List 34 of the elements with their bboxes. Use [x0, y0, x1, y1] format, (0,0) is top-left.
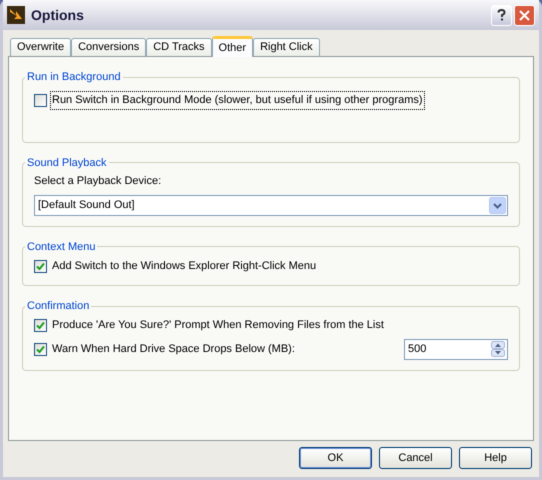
checkbox[interactable]	[34, 342, 47, 356]
tab[interactable]: Overwrite	[10, 38, 72, 56]
checkbox[interactable]	[34, 319, 47, 332]
checkbox-label: Warn When Hard Drive Space Drops Below (MB):	[51, 342, 296, 357]
device-dropdown[interactable]: [Default Sound Out]	[34, 194, 508, 216]
tab[interactable]: Other	[212, 36, 254, 57]
app-icon	[7, 6, 25, 24]
tab[interactable]: CD Tracks	[146, 38, 212, 56]
checkbox[interactable]	[34, 260, 47, 272]
checkbox[interactable]	[34, 94, 47, 107]
help-title-button[interactable]	[491, 4, 512, 26]
group-title: Context Menu	[26, 240, 96, 254]
dialog-button[interactable]: Help	[459, 447, 532, 469]
question-icon	[497, 9, 506, 21]
spin-field[interactable]: 500	[404, 338, 508, 360]
window-title: Options	[31, 6, 84, 25]
checkbox-label: Produce 'Are You Sure?' Prompt When Removing Files from the List	[51, 318, 385, 334]
check-icon	[36, 262, 45, 270]
check-icon	[36, 321, 45, 330]
tab[interactable]: Conversions	[71, 38, 146, 56]
checkbox-label: Run Switch in Background Mode (slower, but useful if using other programs)	[51, 92, 424, 109]
checkbox-label: Add Switch to the Windows Explorer Right-Click Menu	[51, 258, 318, 274]
close-icon	[519, 10, 530, 20]
field-label: Select a Playback Device:	[34, 174, 162, 189]
group-title: Run in Background	[26, 70, 122, 85]
close-button[interactable]	[514, 4, 535, 26]
spin-value: 500	[408, 342, 426, 357]
dialog-button[interactable]: Cancel	[379, 447, 452, 469]
group-title: Confirmation	[26, 299, 90, 314]
dialog-button[interactable]: OK	[299, 447, 372, 469]
spin-arrows-icon[interactable]	[491, 341, 505, 357]
tab[interactable]: Right Click	[253, 38, 320, 56]
group-title: Sound Playback	[26, 156, 108, 170]
check-icon	[36, 344, 45, 354]
